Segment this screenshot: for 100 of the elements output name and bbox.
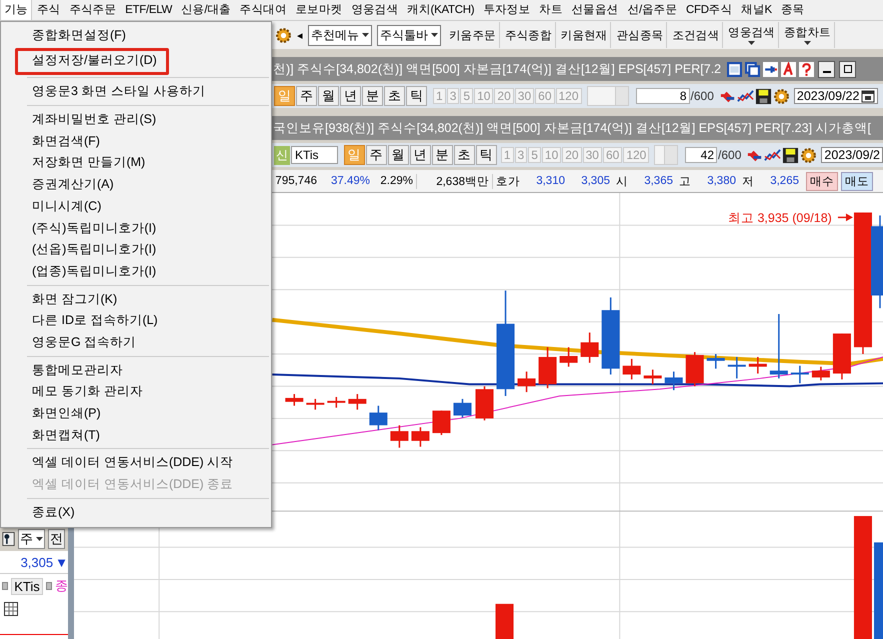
menu-item[interactable]: 증권계산기(A) — [3, 174, 269, 196]
period-tab[interactable]: 년 — [340, 86, 361, 106]
candlestick — [560, 347, 578, 367]
help-icon[interactable] — [799, 62, 814, 76]
menu-item[interactable]: 종료(X) — [3, 502, 269, 524]
menu-bar-item[interactable]: 채널K — [736, 0, 776, 20]
menu-item[interactable]: 저장화면 만들기(M) — [3, 152, 269, 174]
gear-icon[interactable] — [275, 26, 292, 44]
period-tab[interactable]: 주 — [296, 86, 317, 106]
stock-info-text: 천)] 주식수[34,802(천)] 액면[500] 자본금[174(억)] 결산[12월] EPS[457] PER[7.2 — [273, 60, 722, 78]
menu-bar-item[interactable]: 차트 — [534, 0, 567, 20]
period-tab[interactable]: 주 — [366, 145, 387, 165]
legend-marker — [2, 582, 8, 590]
menu-item[interactable]: 화면검색(F) — [3, 130, 269, 152]
menu-bar-item[interactable]: 신용/대출 — [176, 0, 236, 20]
toolbar-button[interactable]: 영웅검색 — [725, 22, 779, 48]
count-field[interactable]: 8 — [636, 88, 690, 104]
toolbar-button[interactable]: 관심종목 — [613, 22, 668, 48]
period-tab[interactable]: 월 — [388, 145, 409, 165]
pin-icon[interactable] — [763, 62, 778, 76]
toolbar-dropdown[interactable]: 추천메뉴 — [308, 24, 372, 46]
windows-icon[interactable] — [745, 62, 760, 76]
settings-icon[interactable] — [800, 146, 818, 164]
count-field[interactable]: 42 — [685, 147, 718, 163]
menu-item[interactable]: 화면캡쳐(T) — [3, 424, 269, 446]
menu-item[interactable]: 엑셀 데이터 연동서비스(DDE) 시작 — [3, 452, 269, 474]
candlestick — [728, 356, 746, 378]
menu-bar-item[interactable]: 선/옵주문 — [622, 0, 682, 20]
low-label: 저 — [741, 174, 755, 188]
sell-button[interactable]: 매도 — [841, 172, 873, 190]
candlestick — [812, 366, 830, 380]
note-icon[interactable] — [2, 531, 15, 547]
menu-bar-item[interactable]: 주식주문 — [64, 0, 121, 20]
save-icon[interactable] — [782, 146, 800, 164]
menu-item[interactable]: (선옵)독립미니호가(I) — [3, 239, 269, 261]
ask-value: 3,310 — [535, 175, 566, 187]
toolbar-button[interactable]: 주식종합 — [502, 22, 556, 48]
menu-item[interactable]: 설정저장/불러오기(D) — [15, 48, 169, 76]
table-icon[interactable] — [4, 602, 18, 616]
candlestick — [327, 396, 346, 408]
calendar-icon[interactable] — [861, 89, 876, 103]
maximize-button[interactable] — [839, 60, 856, 78]
period-tab[interactable]: 분 — [362, 86, 383, 106]
candlestick — [432, 410, 450, 436]
candlestick — [770, 314, 788, 378]
toolbar-button[interactable]: 조건검색 — [669, 22, 724, 48]
toolbar-dropdown[interactable]: 주식툴바 — [377, 24, 441, 46]
down-arrow: ▼ — [55, 554, 68, 570]
volume-bar — [496, 604, 514, 639]
toolbar-button[interactable]: 키움현재 — [558, 22, 612, 48]
line-chart-icon[interactable] — [736, 88, 754, 104]
candlestick — [285, 394, 304, 406]
period-tab[interactable]: 년 — [410, 145, 431, 165]
period-tab[interactable]: 틱 — [406, 86, 427, 106]
period-dropdown[interactable]: 주 — [18, 529, 45, 549]
change-rate-value: 2.29% — [379, 175, 414, 187]
save-icon[interactable] — [754, 88, 772, 104]
menu-bar-item[interactable]: 영웅검색 — [346, 0, 403, 20]
period-tab[interactable]: 월 — [318, 86, 339, 106]
candlestick — [369, 406, 388, 430]
period-tab[interactable]: 틱 — [476, 145, 497, 165]
minimize-button[interactable] — [818, 60, 836, 78]
period-tab[interactable]: 분 — [432, 145, 453, 165]
menu-bar-item[interactable]: 주식대여 — [235, 0, 292, 20]
period-tab[interactable]: 초 — [384, 86, 405, 106]
price-text: 3,305 — [20, 554, 54, 570]
full-button[interactable]: 전 — [48, 529, 65, 549]
menu-item[interactable]: 화면인쇄(P) — [3, 403, 269, 425]
menu-bar-item[interactable]: CFD주식 — [681, 0, 737, 20]
menu-bar-item[interactable]: ETF/ELW — [120, 0, 177, 20]
menu-bar-item[interactable]: 선물옵션 — [566, 0, 623, 20]
date-field[interactable]: 2023/09/22 — [794, 88, 878, 104]
text-style-icon[interactable] — [781, 62, 796, 76]
menu-item[interactable]: 다른 ID로 접속하기(L) — [3, 310, 269, 332]
scroll-left-button[interactable]: ◂ — [294, 28, 306, 42]
menu-item[interactable]: 통합메모관리자 — [3, 360, 269, 382]
menu-bar-item[interactable]: 기능 — [0, 0, 32, 21]
line-chart-icon[interactable] — [764, 146, 782, 164]
menu-item[interactable]: 미니시계(C) — [3, 196, 269, 218]
settings-icon[interactable] — [772, 88, 790, 104]
period-tab[interactable]: 초 — [454, 145, 475, 165]
menu-item[interactable]: 영웅문G 접속하기 — [3, 332, 269, 354]
menu-item[interactable]: 메모 동기화 관리자 — [3, 381, 269, 403]
menu-bar-item[interactable]: 종목 — [776, 0, 809, 20]
buy-button[interactable]: 매수 — [806, 172, 838, 190]
menu-item[interactable]: (주식)독립미니호가(I) — [3, 218, 269, 240]
menu-item[interactable]: 종합화면설정(F) — [3, 25, 269, 47]
menu-bar-item[interactable]: 로보마켓 — [291, 0, 347, 20]
menu-bar-item[interactable]: 투자정보 — [478, 0, 535, 20]
menu-bar-item[interactable]: 주식 — [32, 0, 65, 20]
window-icon[interactable] — [727, 62, 742, 76]
menu-item[interactable]: (업종)독립미니호가(I) — [3, 260, 269, 283]
stock-field[interactable]: KTis — [291, 146, 338, 164]
menu-item[interactable]: 화면 잠그기(K) — [3, 288, 269, 310]
menu-item[interactable]: 영웅문3 화면 스타일 사용하기 — [3, 81, 269, 104]
menu-item[interactable]: 계좌비밀번호 관리(S) — [3, 109, 269, 131]
date-field[interactable]: 2023/09/2 — [821, 147, 883, 163]
toolbar-button[interactable]: 키움주문 — [446, 22, 500, 48]
toolbar-button[interactable]: 종합차트 — [780, 22, 835, 48]
menu-bar-item[interactable]: 캐치(KATCH) — [402, 0, 479, 20]
